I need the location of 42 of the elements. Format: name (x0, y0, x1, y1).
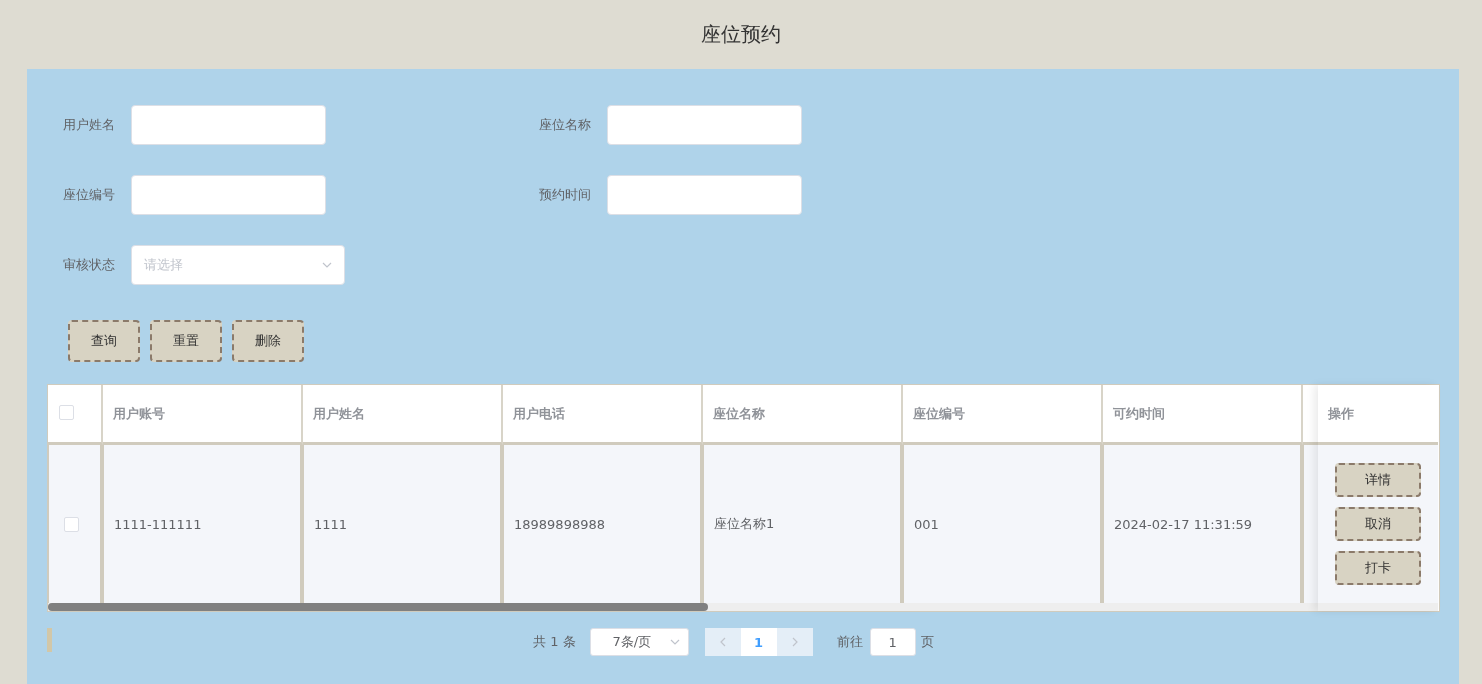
page-suffix: 页 (920, 633, 934, 651)
field-label: 座位编号 (63, 186, 116, 204)
row-action-button[interactable]: 详情 (1335, 463, 1421, 497)
chevron-down-icon (669, 637, 680, 647)
table-cell: 18989898988 (503, 445, 703, 603)
row-action-button[interactable]: 打卡 (1335, 551, 1421, 585)
input-field[interactable] (131, 175, 326, 215)
chevron-down-icon (322, 260, 332, 270)
input-field[interactable] (131, 105, 326, 145)
action-button[interactable]: 删除 (232, 320, 304, 362)
goto-label: 前往 (836, 633, 863, 651)
row-action-button[interactable]: 取消 (1335, 507, 1421, 541)
column-header: 座位名称 (703, 385, 903, 445)
input-field[interactable] (607, 105, 802, 145)
table-cell: 1111-111111 (103, 445, 303, 603)
field-label: 审核状态 (63, 256, 116, 274)
column-header: 操作 (1318, 385, 1438, 445)
previous-page-button[interactable] (704, 628, 741, 656)
field-label: 预约时间 (539, 186, 592, 204)
field-label: 座位名称 (539, 116, 592, 134)
side-marker (47, 628, 52, 652)
column-header: 用户姓名 (303, 385, 503, 445)
field-label: 用户姓名 (63, 116, 116, 134)
page-input[interactable]: 1 (869, 628, 916, 656)
checkbox[interactable] (64, 516, 79, 532)
page-size-select[interactable]: 7条/页 (589, 628, 689, 656)
column-header: 座位编号 (903, 385, 1103, 445)
column-header: 用户电话 (503, 385, 703, 445)
scrollbar[interactable] (48, 603, 1318, 611)
page-title: 座位预约 (701, 21, 781, 48)
table-cell: 2024-02-17 11:31:59 (1103, 445, 1303, 603)
checkbox[interactable] (59, 405, 74, 420)
action-button[interactable]: 重置 (150, 320, 222, 362)
action-button[interactable]: 查询 (68, 320, 140, 362)
total-count: 共 1 条 (533, 633, 576, 651)
column-header: 用户账号 (103, 385, 303, 445)
column-header: 可约时间 (1103, 385, 1303, 445)
table-cell: 1111 (303, 445, 503, 603)
table-cell: 座位名称1 (703, 445, 903, 603)
table-cell: 001 (903, 445, 1103, 603)
next-page-button[interactable] (776, 628, 813, 656)
input-field[interactable] (607, 175, 802, 215)
